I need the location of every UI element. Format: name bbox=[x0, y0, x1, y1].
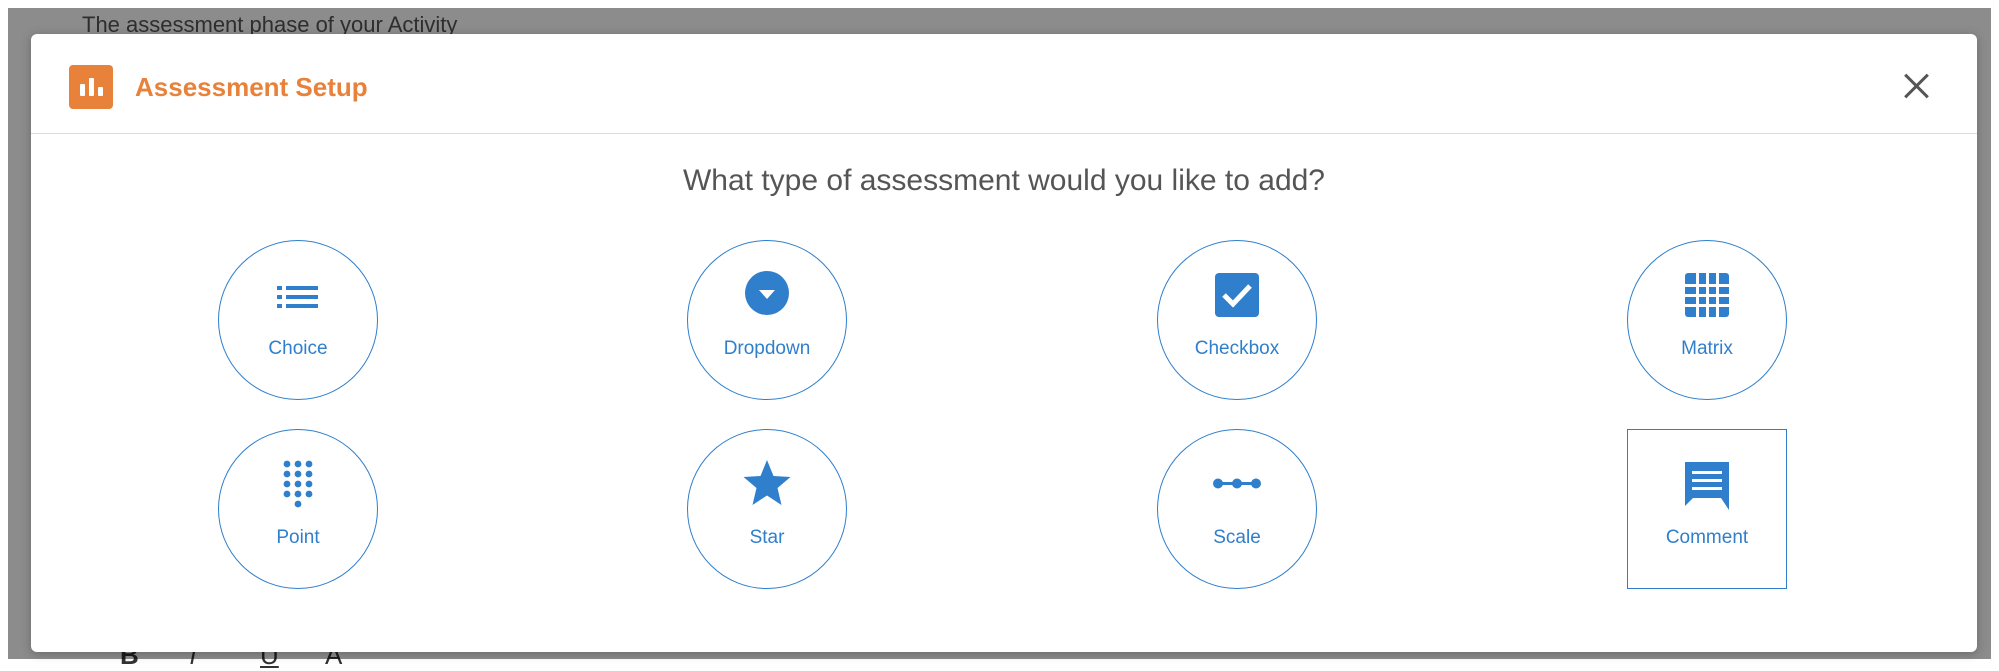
option-label: Point bbox=[276, 527, 320, 548]
option-scale[interactable]: Scale bbox=[1157, 429, 1317, 589]
option-label: Matrix bbox=[1681, 338, 1733, 359]
list-icon bbox=[277, 286, 318, 308]
option-label: Scale bbox=[1213, 527, 1261, 548]
option-label: Comment bbox=[1665, 527, 1749, 548]
option-star[interactable]: Star bbox=[687, 429, 847, 589]
option-dropdown[interactable]: Dropdown bbox=[687, 240, 847, 400]
option-label: Star bbox=[749, 527, 785, 548]
assessment-setup-modal: Assessment Setup What type of assessment… bbox=[31, 34, 1977, 652]
right-edge bbox=[1991, 0, 1999, 667]
option-label: Dropdown bbox=[723, 338, 811, 359]
option-choice[interactable]: Choice bbox=[218, 240, 378, 400]
grid-icon bbox=[1685, 273, 1729, 317]
modal-header: Assessment Setup bbox=[31, 34, 1977, 134]
bar-chart-icon bbox=[69, 65, 113, 109]
option-label: Choice bbox=[268, 338, 328, 359]
option-point[interactable]: Point bbox=[218, 429, 378, 589]
left-edge bbox=[0, 0, 8, 667]
dialpad-icon bbox=[283, 460, 313, 508]
option-label: Checkbox bbox=[1194, 338, 1280, 359]
option-comment[interactable]: Comment bbox=[1627, 429, 1787, 589]
comment-icon bbox=[1685, 462, 1729, 510]
star-icon bbox=[743, 460, 791, 505]
close-icon[interactable] bbox=[1901, 70, 1933, 102]
assessment-type-question: What type of assessment would you like t… bbox=[682, 164, 1325, 197]
option-matrix[interactable]: Matrix bbox=[1627, 240, 1787, 400]
scale-dots-icon bbox=[1213, 478, 1261, 489]
dropdown-circle-icon bbox=[745, 271, 789, 315]
modal-title: Assessment Setup bbox=[135, 72, 368, 102]
option-checkbox[interactable]: Checkbox bbox=[1157, 240, 1317, 400]
checkbox-checked-icon bbox=[1215, 273, 1259, 317]
